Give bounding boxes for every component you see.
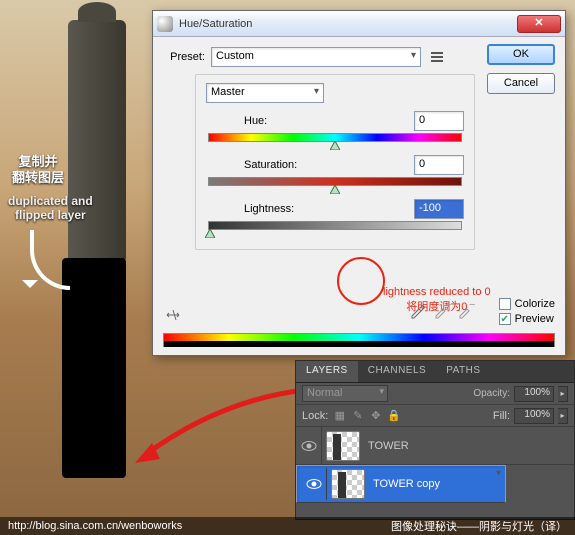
- svg-text:+: +: [445, 301, 451, 311]
- layers-panel: LAYERS CHANNELS PATHS Normal Opacity: 10…: [295, 360, 575, 520]
- tower-shadow-image: [62, 258, 126, 478]
- layer-thumbnail[interactable]: [326, 431, 360, 461]
- ps-icon: [157, 16, 173, 32]
- blend-mode-select[interactable]: Normal: [302, 385, 388, 402]
- fill-flyout-icon[interactable]: ▸: [558, 408, 568, 424]
- annotation-cn-duplicate: 复制并 翻转图层: [12, 154, 64, 186]
- layer-row-selected[interactable]: TOWER copy: [296, 465, 506, 503]
- preview-checkbox[interactable]: ✔ Preview: [499, 313, 555, 325]
- lightness-slider[interactable]: [208, 221, 462, 239]
- visibility-icon[interactable]: [296, 427, 322, 464]
- lightness-label: Lightness:: [244, 203, 294, 215]
- svg-text:−: −: [469, 301, 475, 311]
- close-button[interactable]: ✕: [517, 15, 561, 33]
- colorize-label: Colorize: [515, 298, 555, 310]
- scrub-tool-icon[interactable]: [163, 305, 183, 325]
- channel-select[interactable]: Master: [206, 83, 324, 103]
- eyedropper-icon[interactable]: [409, 301, 429, 321]
- opacity-label: Opacity:: [473, 388, 510, 399]
- lock-position-icon[interactable]: ✥: [368, 408, 383, 423]
- lock-label: Lock:: [302, 410, 328, 422]
- red-circle-annotation: [337, 257, 385, 305]
- opacity-input[interactable]: 100%: [514, 386, 554, 402]
- fill-input[interactable]: 100%: [514, 408, 554, 424]
- hue-saturation-dialog: Hue/Saturation ✕ OK Cancel Preset: Custo…: [152, 10, 566, 356]
- tab-layers[interactable]: LAYERS: [296, 361, 358, 382]
- red-annotation-en: lightness reduced to 0: [383, 285, 491, 300]
- tower-image: [68, 20, 126, 260]
- hue-range-bar: [163, 333, 555, 347]
- layer-thumbnail[interactable]: [331, 469, 365, 499]
- saturation-label: Saturation:: [244, 159, 297, 171]
- saturation-input[interactable]: 0: [414, 155, 464, 175]
- footer-url: http://blog.sina.com.cn/wenboworks: [8, 520, 182, 532]
- layer-name[interactable]: TOWER copy: [369, 478, 440, 490]
- cancel-button[interactable]: Cancel: [487, 73, 555, 94]
- saturation-slider[interactable]: [208, 177, 462, 195]
- white-curve-arrow: [30, 230, 70, 290]
- eyedropper-add-icon[interactable]: +: [433, 301, 453, 321]
- red-arrow: [130, 385, 310, 470]
- layer-row[interactable]: TOWER: [296, 427, 574, 465]
- opacity-flyout-icon[interactable]: ▸: [558, 386, 568, 402]
- preset-select[interactable]: Custom: [211, 47, 421, 67]
- hue-input[interactable]: 0: [414, 111, 464, 131]
- dialog-title: Hue/Saturation: [179, 18, 517, 30]
- eyedropper-sub-icon[interactable]: −: [457, 301, 477, 321]
- dialog-titlebar[interactable]: Hue/Saturation ✕: [153, 11, 565, 37]
- annotation-en-duplicate: duplicated and flipped layer: [8, 194, 93, 222]
- tool-row: [163, 305, 183, 325]
- tab-paths[interactable]: PATHS: [436, 361, 490, 382]
- lock-transparency-icon[interactable]: ▦: [332, 408, 347, 423]
- tab-channels[interactable]: CHANNELS: [358, 361, 436, 382]
- lock-all-icon[interactable]: 🔒: [386, 408, 401, 423]
- preview-label: Preview: [515, 313, 554, 325]
- visibility-icon[interactable]: [301, 468, 327, 500]
- fill-label: Fill:: [493, 410, 510, 422]
- footer: http://blog.sina.com.cn/wenboworks 图像处理秘…: [0, 517, 575, 535]
- footer-caption: 图像处理秘诀——阴影与灯光（译）: [391, 518, 567, 534]
- colorize-checkbox[interactable]: Colorize: [499, 298, 555, 310]
- lock-pixels-icon[interactable]: ✎: [350, 408, 365, 423]
- hue-slider[interactable]: [208, 133, 462, 151]
- layer-name[interactable]: TOWER: [364, 440, 409, 452]
- hue-label: Hue:: [244, 115, 267, 127]
- lightness-input[interactable]: -100: [414, 199, 464, 219]
- preset-menu-icon[interactable]: [429, 49, 445, 65]
- preset-label: Preset:: [165, 51, 211, 63]
- ok-button[interactable]: OK: [487, 44, 555, 65]
